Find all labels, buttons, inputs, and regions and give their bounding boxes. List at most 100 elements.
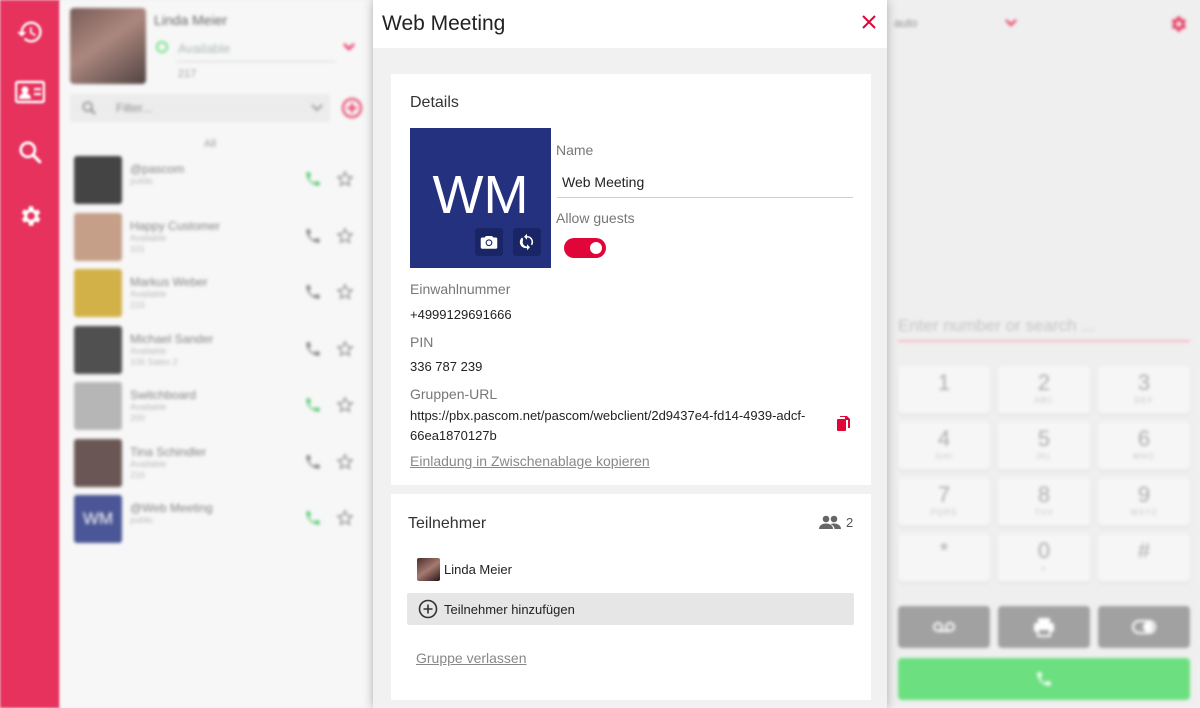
chevron-down-icon[interactable] (1004, 16, 1018, 30)
toggle-button[interactable] (1098, 606, 1190, 648)
group-url: https://pbx.pascom.net/pascom/webclient/… (410, 408, 806, 443)
star-icon[interactable] (334, 507, 356, 529)
contact-row[interactable]: WM @Web Meeting public (60, 495, 372, 551)
star-icon[interactable] (334, 281, 356, 303)
camera-icon[interactable] (475, 228, 503, 256)
key-letters: DEF (1134, 396, 1154, 405)
contacts-icon[interactable] (10, 72, 50, 112)
contact-row[interactable]: Michael Sander Available 106 Sales 2 (60, 325, 372, 382)
keypad-key[interactable]: 4 GHI (898, 422, 990, 470)
star-icon[interactable] (334, 338, 356, 360)
close-icon[interactable] (857, 10, 881, 34)
key-digit: 6 (1137, 426, 1151, 451)
star-icon[interactable] (334, 225, 356, 247)
dial-mode-select[interactable]: auto (894, 16, 917, 30)
contact-row[interactable]: Markus Weber Available 215 (60, 269, 372, 325)
allow-guests-toggle[interactable] (564, 238, 606, 258)
contact-status: Available (130, 458, 167, 469)
contact-extension: 215 (130, 300, 146, 310)
pin-value: 336 787 239 (410, 359, 483, 374)
star-icon[interactable] (334, 168, 356, 190)
key-letters: WXYZ (1130, 508, 1158, 517)
keypad-key[interactable]: 9 WXYZ (1098, 478, 1190, 526)
contact-name: @pascom (130, 162, 185, 176)
contact-row[interactable]: Switchboard Available 200 (60, 382, 372, 438)
avatar-initials: WM (432, 165, 529, 225)
phone-icon[interactable] (302, 168, 324, 190)
chevron-down-icon[interactable] (310, 101, 324, 115)
details-heading: Details (410, 94, 459, 111)
keypad-key[interactable]: 8 TUV (998, 478, 1090, 526)
key-digit: 3 (1137, 370, 1151, 395)
keypad-key[interactable]: 7 PQRS (898, 478, 990, 526)
key-digit: 8 (1037, 482, 1051, 507)
add-member-label: Teilnehmer hinzufügen (444, 602, 575, 617)
keypad-key[interactable]: 5 JKL (998, 422, 1090, 470)
allow-guests-label: Allow guests (556, 210, 635, 226)
fax-button[interactable] (998, 606, 1090, 648)
add-member-button[interactable]: Teilnehmer hinzufügen (407, 593, 854, 625)
dial-search-input[interactable]: Enter number or search ... (898, 316, 1190, 342)
contact-avatar (74, 269, 122, 317)
contact-avatar (74, 156, 122, 204)
copy-icon[interactable] (835, 415, 851, 431)
copy-invitation-link[interactable]: Einladung in Zwischenablage kopieren (410, 453, 650, 469)
contact-row[interactable]: Happy Customer Available 101 (60, 212, 372, 269)
contact-extension: 101 (130, 243, 146, 254)
add-contact-button[interactable] (340, 96, 364, 120)
keypad-key[interactable]: # (1098, 534, 1190, 582)
key-digit: 4 (937, 426, 951, 451)
my-status[interactable]: Available (178, 41, 231, 56)
keypad-key[interactable]: 0 + (998, 534, 1090, 582)
toggle-knob (590, 242, 602, 254)
key-letters: TUV (1034, 508, 1054, 517)
gear-icon[interactable] (1168, 14, 1188, 34)
key-letters: PQRS (930, 508, 958, 517)
dialer-panel: auto Enter number or search ... 1 2 ABC 3 DE… (888, 0, 1200, 708)
phone-icon[interactable] (302, 338, 324, 360)
contact-status: Available (130, 402, 167, 412)
phone-icon[interactable] (302, 225, 324, 247)
keypad-key[interactable]: 6 MNO (1098, 422, 1190, 470)
phone-icon[interactable] (302, 394, 324, 416)
contact-row[interactable]: @pascom public (60, 156, 372, 212)
name-input[interactable]: Web Meeting (557, 172, 853, 198)
search-icon[interactable] (10, 132, 50, 172)
refresh-icon[interactable] (513, 228, 541, 256)
key-digit: 9 (1137, 482, 1151, 507)
keypad-key[interactable]: 3 DEF (1098, 366, 1190, 414)
filter-input[interactable] (116, 98, 296, 118)
contact-avatar: WM (74, 495, 122, 543)
people-icon (819, 513, 841, 531)
list-filter-caption[interactable]: All (60, 138, 360, 150)
key-digit: # (1137, 538, 1151, 563)
dialin-label: Einwahlnummer (410, 281, 511, 297)
history-icon[interactable] (10, 12, 50, 52)
filter-field[interactable] (70, 94, 330, 122)
web-meeting-dialog: Web Meeting Details WM Name Web Meeting … (373, 0, 887, 708)
key-letters: GHI (935, 452, 953, 461)
keypad-key[interactable]: 2 ABC (998, 366, 1090, 414)
members-heading: Teilnehmer (408, 515, 487, 532)
phone-icon[interactable] (302, 507, 324, 529)
voicemail-button[interactable] (898, 606, 990, 648)
phone-icon[interactable] (302, 281, 324, 303)
phone-icon[interactable] (302, 451, 324, 473)
contact-name: Markus Weber (130, 275, 208, 289)
keypad-key[interactable]: 1 (898, 366, 990, 414)
settings-icon[interactable] (10, 196, 50, 236)
divider (176, 61, 336, 62)
keypad-key[interactable]: * (898, 534, 990, 582)
star-icon[interactable] (334, 451, 356, 473)
contact-row[interactable]: Tina Schindler Available 216 (60, 438, 372, 495)
leave-group-link[interactable]: Gruppe verlassen (416, 650, 527, 666)
status-indicator-icon (156, 41, 168, 53)
key-digit: 7 (937, 482, 951, 507)
contact-name: Tina Schindler (130, 444, 207, 459)
search-icon (80, 99, 98, 117)
name-label: Name (556, 142, 594, 158)
key-digit: 1 (937, 370, 951, 395)
call-button[interactable] (898, 658, 1190, 700)
star-icon[interactable] (334, 394, 356, 416)
chevron-down-icon[interactable] (342, 40, 356, 54)
